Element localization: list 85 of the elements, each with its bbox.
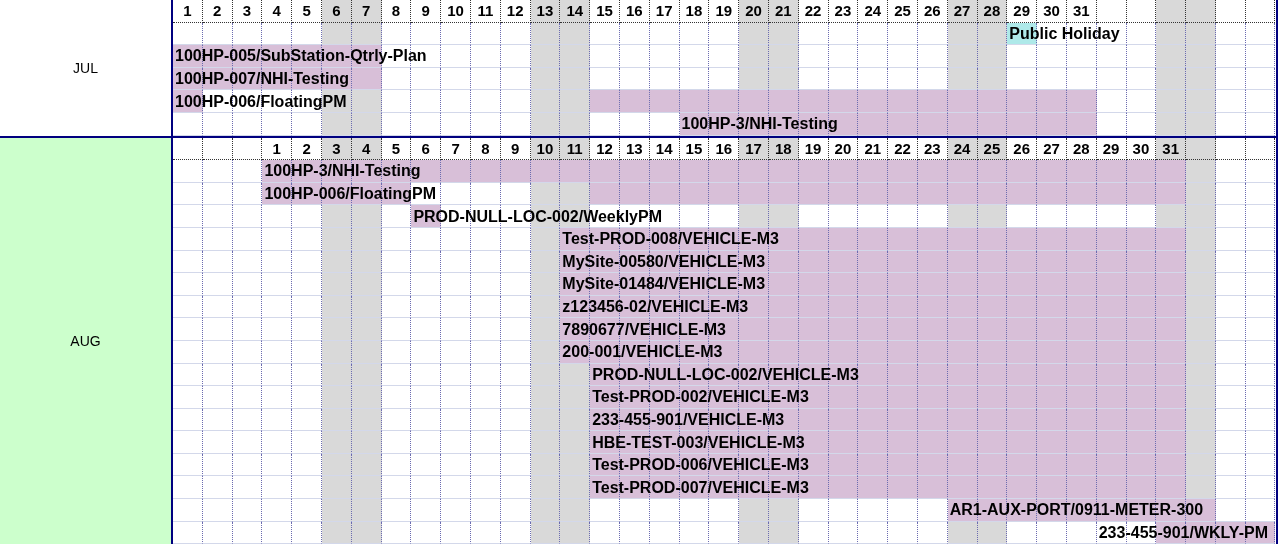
day-header: 4 [351,137,382,161]
task-label: Test-PROD-007/VEHICLE-M3 [591,478,809,497]
day-header: 17 [739,137,769,161]
day-header: 15 [679,137,710,161]
day-header: 10 [530,137,561,161]
day-header: 1 [262,137,293,161]
day-header: 3 [232,0,263,23]
day-header: 24 [947,137,978,161]
day-header: 19 [798,137,829,161]
task-label: 233-455-901/VEHICLE-M3 [591,411,785,429]
task-label: PROD-NULL-LOC-002/WeeklyPM [412,207,662,226]
day-header: 8 [381,0,412,23]
day-header: 31 [1156,137,1187,161]
task-label: 100HP-006/FloatingPM [263,185,436,204]
day-header: 7 [351,0,382,23]
day-header: 20 [739,0,769,23]
day-header: 15 [590,0,620,23]
day-header: 24 [858,0,889,23]
day-header: 1 [173,0,203,23]
day-header: 20 [828,137,859,161]
day-header: 7 [441,137,471,161]
day-header: 16 [709,137,740,161]
task-label: Test-PROD-006/VEHICLE-M3 [591,456,809,475]
day-header: 4 [262,0,293,23]
task-label: 100HP-3/NHI-Testing [680,115,838,134]
day-header: 21 [768,0,799,23]
task-label: Test-PROD-008/VEHICLE-M3 [561,230,779,249]
day-header: 22 [888,137,918,161]
task-label: PROD-NULL-LOC-002/VEHICLE-M3 [591,365,859,384]
day-header: 2 [202,0,233,23]
day-header: 10 [441,0,471,23]
day-header: 5 [381,137,412,161]
day-header: 28 [977,0,1008,23]
task-label: 7890677/VEHICLE-M3 [561,320,726,339]
day-header: 16 [619,0,650,23]
day-header: 23 [828,0,859,23]
day-header: 26 [917,0,948,23]
day-header: 3 [322,137,352,161]
day-header: 5 [292,0,322,23]
day-header: 11 [470,0,501,23]
month-label: AUG [0,137,173,545]
task-label: AR1-AUX-PORT/0911-METER-300 [948,501,1204,520]
task-label: 233-455-901/WKLY-PM [1097,523,1268,542]
day-header: 12 [500,0,531,23]
day-header: 25 [977,137,1008,161]
day-header: 23 [917,137,948,161]
day-header: 14 [560,0,591,23]
task-label: 100HP-007/NHI-Testing [174,70,349,89]
day-header: 17 [649,0,680,23]
day-header: 6 [411,137,442,161]
day-header: 2 [292,137,322,161]
day-header: 30 [1037,0,1067,23]
task-label: MySite-00580/VEHICLE-M3 [561,252,766,271]
day-header: 9 [411,0,442,23]
day-header: 13 [619,137,650,161]
task-label: HBE-TEST-003/VEHICLE-M3 [591,433,805,452]
day-header: 25 [888,0,918,23]
day-header: 21 [858,137,889,161]
task-label: Public Holiday [1008,24,1120,43]
day-header: 29 [1096,137,1127,161]
task-label: Test-PROD-002/VEHICLE-M3 [591,388,809,407]
day-header: 11 [560,137,591,161]
day-header: 31 [1066,0,1097,23]
day-header: 18 [768,137,799,161]
day-header: 8 [470,137,501,161]
day-header: 19 [709,0,740,23]
day-header: 9 [500,137,531,161]
task-label: 100HP-005/SubStation-Qtrly-Plan [174,47,427,66]
day-header: 28 [1066,137,1097,161]
day-header: 27 [1037,137,1067,161]
task-label: 200-001/VEHICLE-M3 [561,343,723,362]
task-label: 100HP-3/NHI-Testing [263,162,421,181]
day-header: 22 [798,0,829,23]
day-header: 6 [322,0,352,23]
day-header: 27 [947,0,978,23]
day-header: 30 [1126,137,1157,161]
day-header: 14 [649,137,680,161]
day-header: 12 [590,137,620,161]
task-label: 100HP-006/FloatingPM [174,92,347,111]
task-label: MySite-01484/VEHICLE-M3 [561,275,766,294]
task-label: z123456-02/VEHICLE-M3 [561,298,749,316]
day-header: 18 [679,0,710,23]
day-header: 29 [1007,0,1038,23]
day-header: 13 [530,0,561,23]
day-header: 26 [1007,137,1038,161]
